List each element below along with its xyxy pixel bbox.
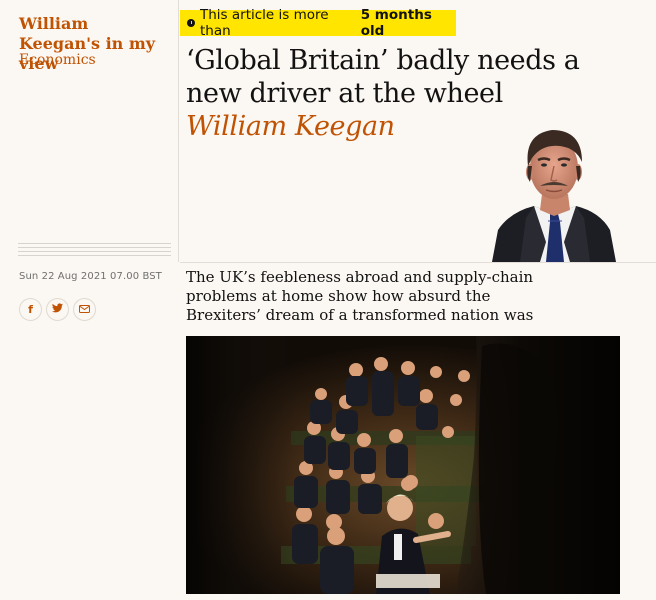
clock-icon <box>187 19 195 27</box>
meta-column: William Keegan's in my view Economics Su… <box>0 0 178 600</box>
share-buttons: f <box>19 298 96 321</box>
author-portrait <box>490 122 618 262</box>
byline-author[interactable]: William Keegan <box>186 111 395 142</box>
dateline: Sun 22 Aug 2021 07.00 BST <box>19 271 162 282</box>
email-icon <box>79 303 90 316</box>
twitter-share-button[interactable] <box>46 298 69 321</box>
article-page: William Keegan's in my view Economics Su… <box>0 0 656 600</box>
headline-divider <box>180 262 656 263</box>
meta-divider <box>18 243 171 258</box>
email-share-button[interactable] <box>73 298 96 321</box>
section-link[interactable]: Economics <box>19 52 96 68</box>
standfirst: The UK’s feebleness abroad and supply-ch… <box>186 268 534 324</box>
age-banner-prefix: This article is more than <box>200 7 329 39</box>
article-age-banner: This article is more than 5 months old <box>180 7 456 39</box>
twitter-icon <box>52 303 63 316</box>
article-main-image <box>186 336 620 594</box>
facebook-share-button[interactable]: f <box>19 298 42 321</box>
headline: ‘Global Britain’ badly needs a new drive… <box>186 45 580 109</box>
facebook-icon: f <box>28 303 33 316</box>
column-divider <box>178 0 179 262</box>
age-banner-emphasis: 5 months old <box>360 7 432 39</box>
